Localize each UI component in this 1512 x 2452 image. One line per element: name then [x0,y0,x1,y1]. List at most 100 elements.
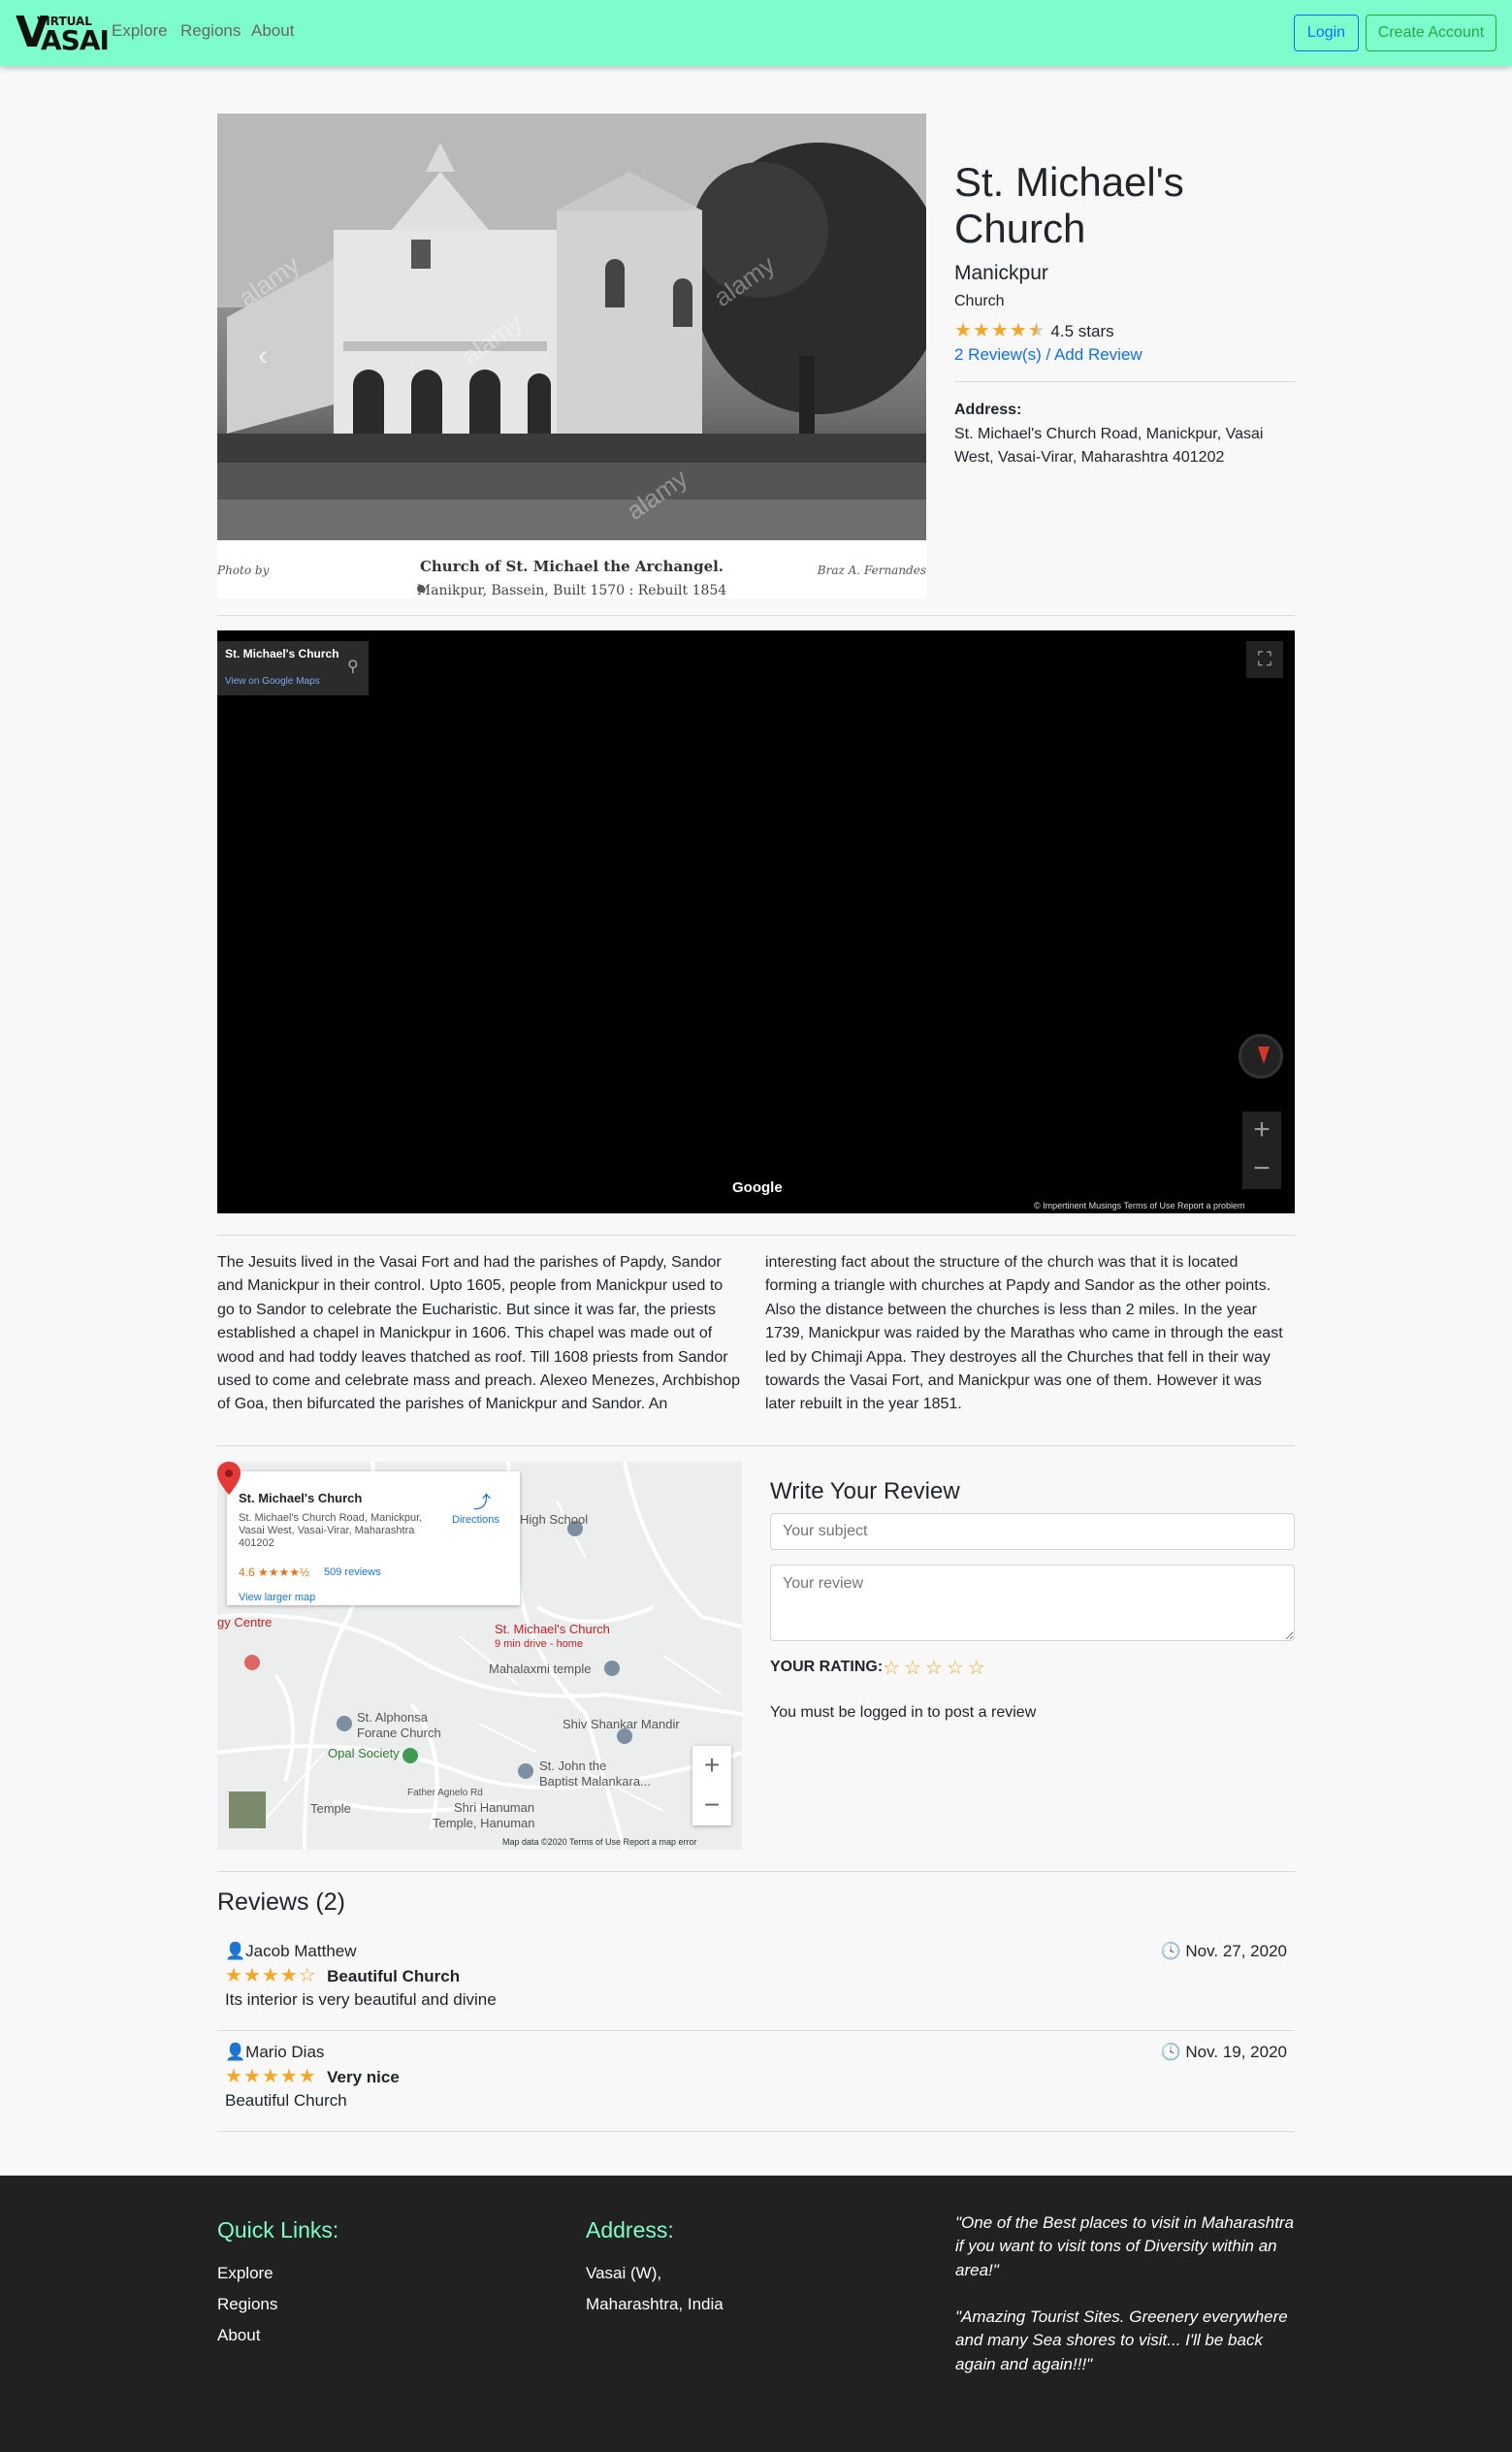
add-review-link[interactable]: 2 Review(s) / Add Review [954,345,1142,365]
star-icon: ★ [972,320,990,341]
navbar: V VIRTUAL ASAI Explore Regions About Log… [0,0,1512,66]
divider [954,381,1295,382]
testimonial-quote-1: "One of the Best places to visit in Maha… [955,2213,1295,2279]
street-view-panel[interactable]: St. Michael's Church View on Google Maps… [217,630,1295,1213]
star-icon: ★ [261,1965,279,1986]
star-icon: ★ [954,320,972,341]
zoom-out-button[interactable]: − [1242,1150,1281,1189]
google-map[interactable]: St. Michael's Church St. Michael's Churc… [217,1462,742,1850]
view-larger-map-link[interactable]: View larger map [239,1592,315,1603]
review-user-name: Jacob Matthew [245,1942,357,1960]
footer-link-explore[interactable]: Explore [217,2264,273,2283]
footer-address-line-2: Maharashtra, India [586,2295,724,2313]
street-view-info-box: St. Michael's Church View on Google Maps… [217,641,369,695]
google-logo: Google [732,1179,783,1196]
your-rating-label: YOUR RATING: [770,1659,884,1675]
carousel-prev-icon[interactable]: ‹ [258,339,268,372]
star-icon: ★ [1009,320,1027,341]
directions-icon[interactable]: ⤴ [473,1489,493,1512]
footer-link-regions[interactable]: Regions [217,2295,277,2314]
map-card-address: St. Michael's Church Road, Manickpur, Va… [239,1512,423,1549]
nav-about[interactable]: About [251,21,294,41]
map-label-temple: Temple [310,1801,351,1816]
map-zoom-out-button[interactable]: − [692,1786,731,1825]
star-half-icon: ★ [1027,320,1046,341]
review-date-text: Nov. 19, 2020 [1185,2043,1287,2061]
map-label-alphonsa: St. Alphonsa [357,1710,428,1725]
description-column-2: interesting fact about the structure of … [765,1254,1283,1413]
review-title: Beautiful Church [327,1967,461,1985]
review-user-name: Mario Dias [245,2043,325,2061]
review-date: 🕓 Nov. 19, 2020 [1161,2043,1287,2062]
rating-input: ☆ ☆ ☆ ☆ ☆ [883,1656,989,1680]
quick-links-heading: Quick Links: [217,2217,339,2242]
star-empty-icon: ☆ [298,1965,316,1986]
review-stars: ★★★★★ Very nice [225,2066,400,2087]
footer-address-line-1: Vasai (W), [586,2264,662,2282]
nav-explore[interactable]: Explore [112,21,168,41]
star-icon: ★ [279,1965,298,1986]
review-title: Very nice [327,2068,400,2086]
review-body: Its interior is very beautiful and divin… [225,1990,497,2009]
testimonial-quote-2: "Amazing Tourist Sites. Greenery everywh… [955,2307,1288,2373]
star-icon: ★ [225,1965,242,1986]
map-card-title: St. Michael's Church [239,1491,363,1505]
rating-star-1-icon[interactable]: ☆ [883,1658,900,1679]
map-label-father: Father Agnelo Rd [407,1788,483,1798]
description-column-1: The Jesuits lived in the Vasai Fort and … [217,1254,740,1413]
photo-subcaption: Manikpur, Bassein, Built 1570 : Rebuilt … [416,583,727,598]
review-subject-input[interactable] [770,1513,1295,1550]
rating-star-2-icon[interactable]: ☆ [904,1658,921,1679]
zoom-in-button[interactable]: + [1242,1112,1281,1150]
nav-regions[interactable]: Regions [180,21,241,41]
fullscreen-icon[interactable]: ⛶ [1246,641,1283,678]
review-body-input[interactable] [770,1565,1295,1641]
address-text: St. Michael's Church Road, Manickpur, Va… [954,426,1264,466]
divider [217,1445,1295,1446]
directions-link[interactable]: Directions [452,1514,499,1526]
church-illustration: alamy alamy alamy alamy [217,113,926,540]
carousel-indicator[interactable] [417,585,425,593]
place-photo-carousel: alamy alamy alamy alamy Photo by Braz A.… [217,113,926,598]
street-view-footer: © Impertinent Musings Terms of Use Repor… [1034,1201,1245,1210]
map-marker-icon[interactable] [217,1462,241,1495]
address-label: Address: [954,402,1022,418]
footer-link-about[interactable]: About [217,2326,260,2345]
map-footer: Map data ©2020 Terms of Use Report a map… [502,1837,697,1847]
place-title: St. Michael's Church [954,159,1184,251]
brand-logo[interactable]: V VIRTUAL ASAI [16,12,110,54]
map-pin-label: St. Michael's Church [495,1622,610,1636]
login-button[interactable]: Login [1294,15,1359,51]
map-label-opal: Opal Society [328,1746,400,1760]
review-body: Beautiful Church [225,2091,347,2110]
rating-star-3-icon[interactable]: ☆ [925,1658,943,1679]
user-icon: 👤 [225,2043,246,2061]
rating-star-4-icon[interactable]: ☆ [947,1658,964,1679]
divider [217,1235,1295,1236]
clock-icon: 🕓 [1160,2043,1186,2061]
place-type: Church [954,293,1005,309]
view-on-google-maps-link[interactable]: View on Google Maps [225,676,320,687]
review-stars: ★★★★☆ Beautiful Church [225,1965,460,1986]
review-user: 👤Mario Dias [225,2043,324,2062]
review-date: 🕓 Nov. 27, 2020 [1161,1942,1287,1961]
compass-icon[interactable] [1239,1034,1283,1079]
map-label-forane: Forane Church [357,1726,441,1740]
star-icon: ★ [279,2066,298,2087]
divider [217,1871,1295,1872]
map-zoom-in-button[interactable]: + [692,1746,731,1786]
rating-star-5-icon[interactable]: ☆ [968,1658,985,1679]
map-zoom-controls: + − [692,1746,731,1825]
map-label-shiv: Shiv Shankar Mandir [563,1717,680,1731]
map-card-reviews-link[interactable]: 509 reviews [324,1566,381,1578]
map-pin-sublabel: 9 min drive - home [495,1638,584,1650]
create-account-button[interactable]: Create Account [1366,15,1496,51]
map-label-high-school: High School [520,1512,589,1527]
review-item: 👤Mario Dias 🕓 Nov. 19, 2020 ★★★★★ Very n… [217,2031,1295,2132]
login-required-message: You must be logged in to post a review [770,1704,1037,1721]
logo-asai: ASAI [41,24,110,56]
clock-icon: 🕓 [1160,1942,1186,1960]
map-place-card: St. Michael's Church St. Michael's Churc… [227,1471,520,1605]
map-label-centre: gy Centre [217,1615,273,1629]
review-user: 👤Jacob Matthew [225,1942,357,1961]
